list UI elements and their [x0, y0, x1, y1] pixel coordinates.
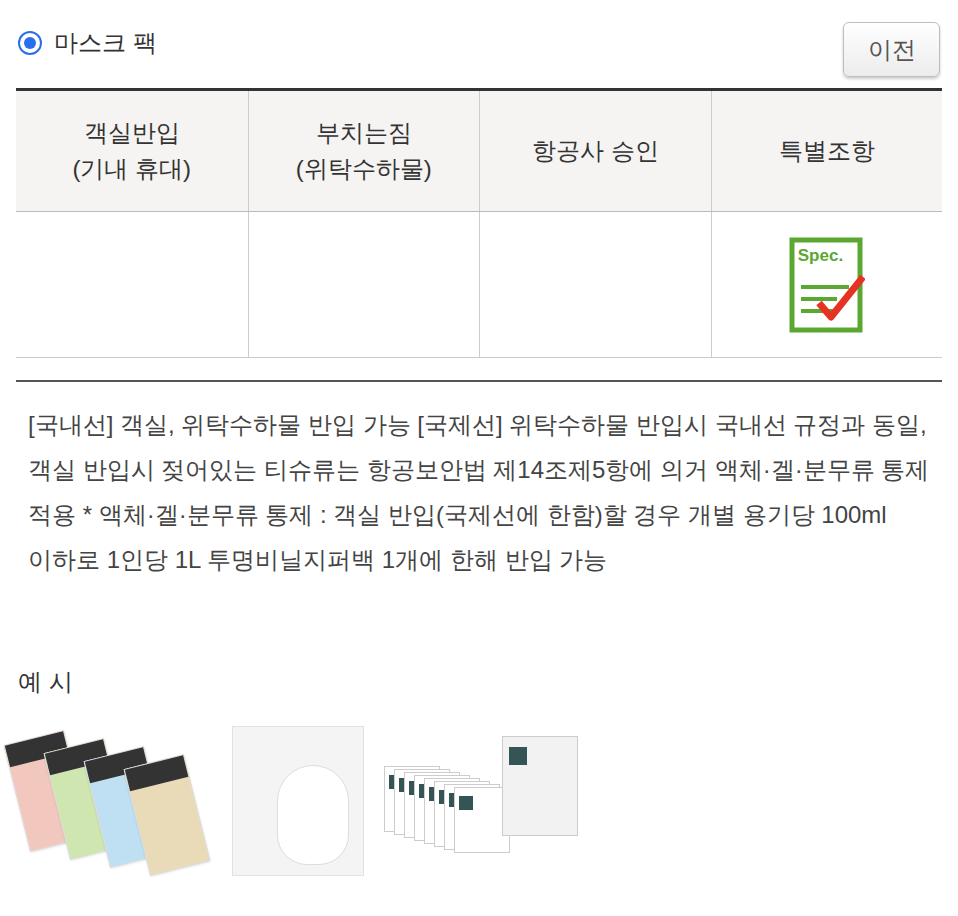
column-header: 부치는짐(위탁수하물) — [248, 91, 480, 211]
top-bar: 마스크 팩 이전 — [0, 0, 958, 77]
column-header: 특별조항 — [711, 91, 943, 211]
table-cell — [248, 212, 480, 357]
examples-title: 예 시 — [0, 664, 958, 700]
column-header: 항공사 승인 — [479, 91, 711, 211]
example-photo — [232, 726, 364, 876]
category-radio[interactable]: 마스크 팩 — [18, 22, 157, 64]
examples — [0, 726, 958, 876]
spec-icon: Spec. — [789, 237, 865, 333]
back-button[interactable]: 이전 — [843, 22, 940, 77]
table-cell: Spec. — [711, 212, 943, 357]
rules-table: 객실반입(기내 휴대)부치는짐(위탁수하물)항공사 승인특별조항 Spec. — [16, 88, 942, 358]
page: 마스크 팩 이전객실반입(기내 휴대)부치는짐(위탁수하물)항공사 승인특별조항 S… — [0, 0, 958, 916]
table-row: Spec. — [16, 212, 942, 358]
table-cell — [479, 212, 711, 357]
table-header: 객실반입(기내 휴대)부치는짐(위탁수하물)항공사 승인특별조항 — [16, 91, 942, 212]
divider — [16, 380, 942, 382]
table-cell — [16, 212, 248, 357]
example-photo — [16, 726, 212, 876]
radio-icon[interactable] — [18, 31, 42, 55]
column-header: 객실반입(기내 휴대) — [16, 91, 248, 211]
example-photo — [384, 726, 584, 876]
description: [국내선] 객실, 위탁수하물 반입 가능 [국제선] 위탁수하물 반입시 국내… — [0, 382, 958, 582]
